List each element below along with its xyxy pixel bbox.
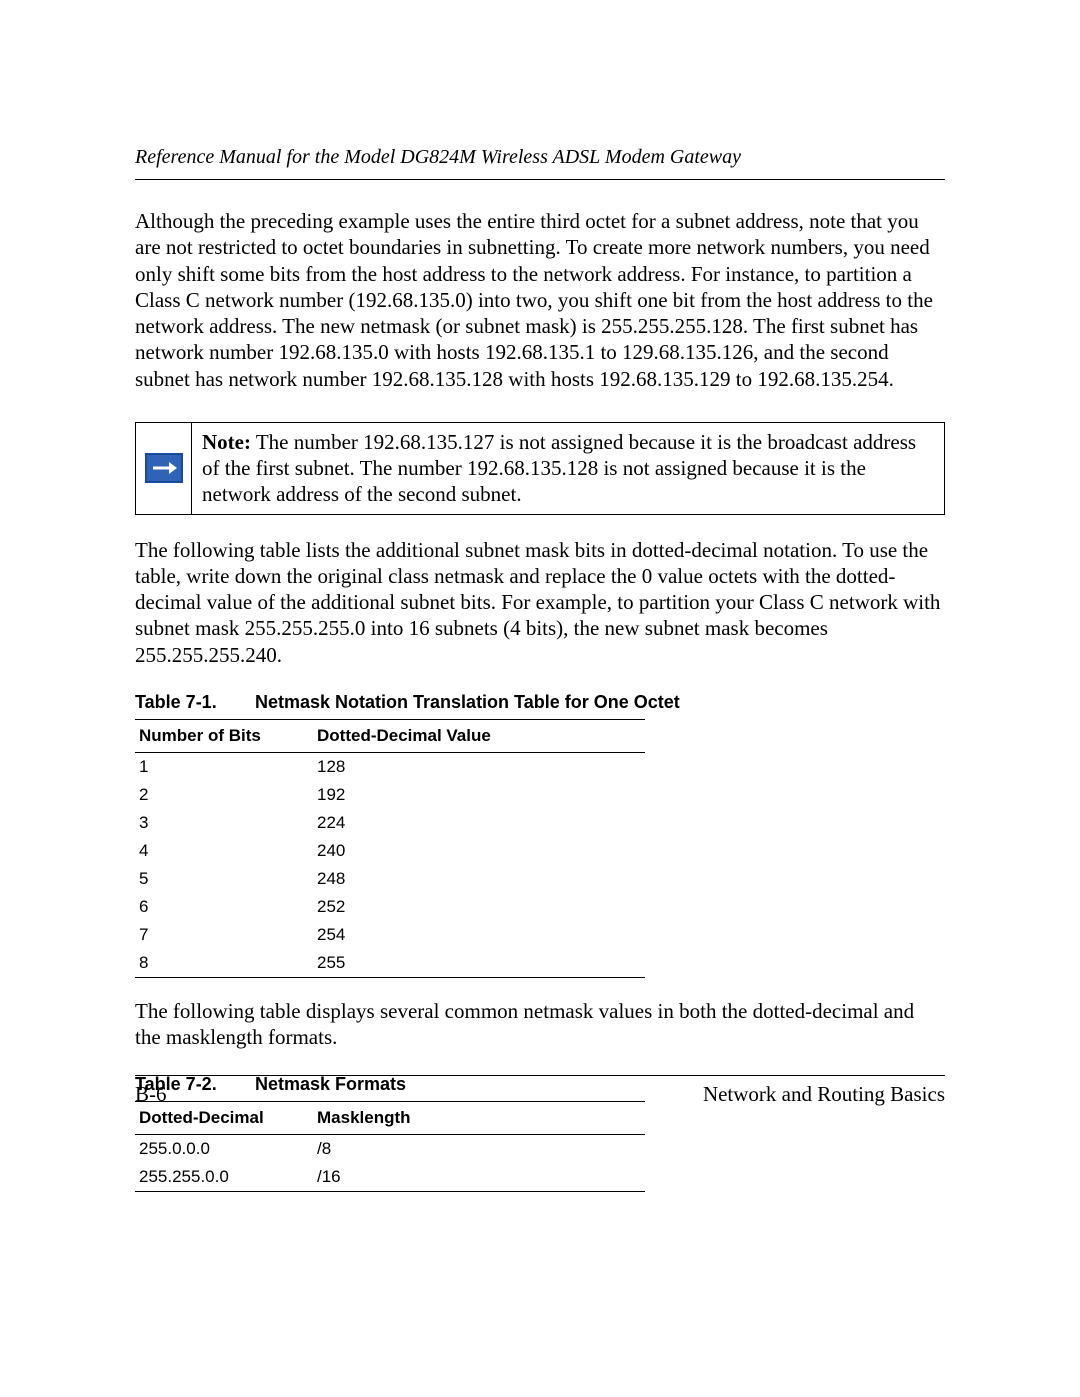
- table-row: 8255: [135, 949, 645, 978]
- table-row: 5248: [135, 865, 645, 893]
- page-number: B-6: [135, 1082, 167, 1107]
- page: Reference Manual for the Model DG824M Wi…: [0, 0, 1080, 1397]
- table-1-number: Table 7-1.: [135, 692, 255, 713]
- table-2: Dotted-Decimal Masklength 255.0.0.0/8 25…: [135, 1101, 645, 1192]
- table-1-head-a: Number of Bits: [135, 719, 313, 752]
- arrow-right-icon: [145, 453, 183, 483]
- note-text: Note: The number 192.68.135.127 is not a…: [191, 423, 944, 514]
- table-row: 255.255.0.0/16: [135, 1163, 645, 1192]
- table-row: 6252: [135, 893, 645, 921]
- table-row: 2192: [135, 781, 645, 809]
- table-1-head-b: Dotted-Decimal Value: [313, 719, 645, 752]
- note-body: The number 192.68.135.127 is not assigne…: [202, 430, 916, 507]
- table-1-title: Netmask Notation Translation Table for O…: [255, 692, 680, 712]
- running-header: Reference Manual for the Model DG824M Wi…: [135, 146, 945, 180]
- paragraph-2: The following table lists the additional…: [135, 537, 945, 668]
- page-footer: B-6 Network and Routing Basics: [135, 1075, 945, 1107]
- note-box: Note: The number 192.68.135.127 is not a…: [135, 422, 945, 515]
- paragraph-1: Although the preceding example uses the …: [135, 208, 945, 392]
- section-title: Network and Routing Basics: [703, 1082, 945, 1107]
- table-row: 7254: [135, 921, 645, 949]
- note-icon-cell: [136, 423, 191, 514]
- table-1: Number of Bits Dotted-Decimal Value 1128…: [135, 719, 645, 978]
- table-1-caption: Table 7-1.Netmask Notation Translation T…: [135, 692, 945, 713]
- table-row: 3224: [135, 809, 645, 837]
- paragraph-3: The following table displays several com…: [135, 998, 945, 1051]
- note-label: Note:: [202, 430, 251, 454]
- table-row: 1128: [135, 752, 645, 781]
- table-row: 255.0.0.0/8: [135, 1135, 645, 1164]
- table-row: 4240: [135, 837, 645, 865]
